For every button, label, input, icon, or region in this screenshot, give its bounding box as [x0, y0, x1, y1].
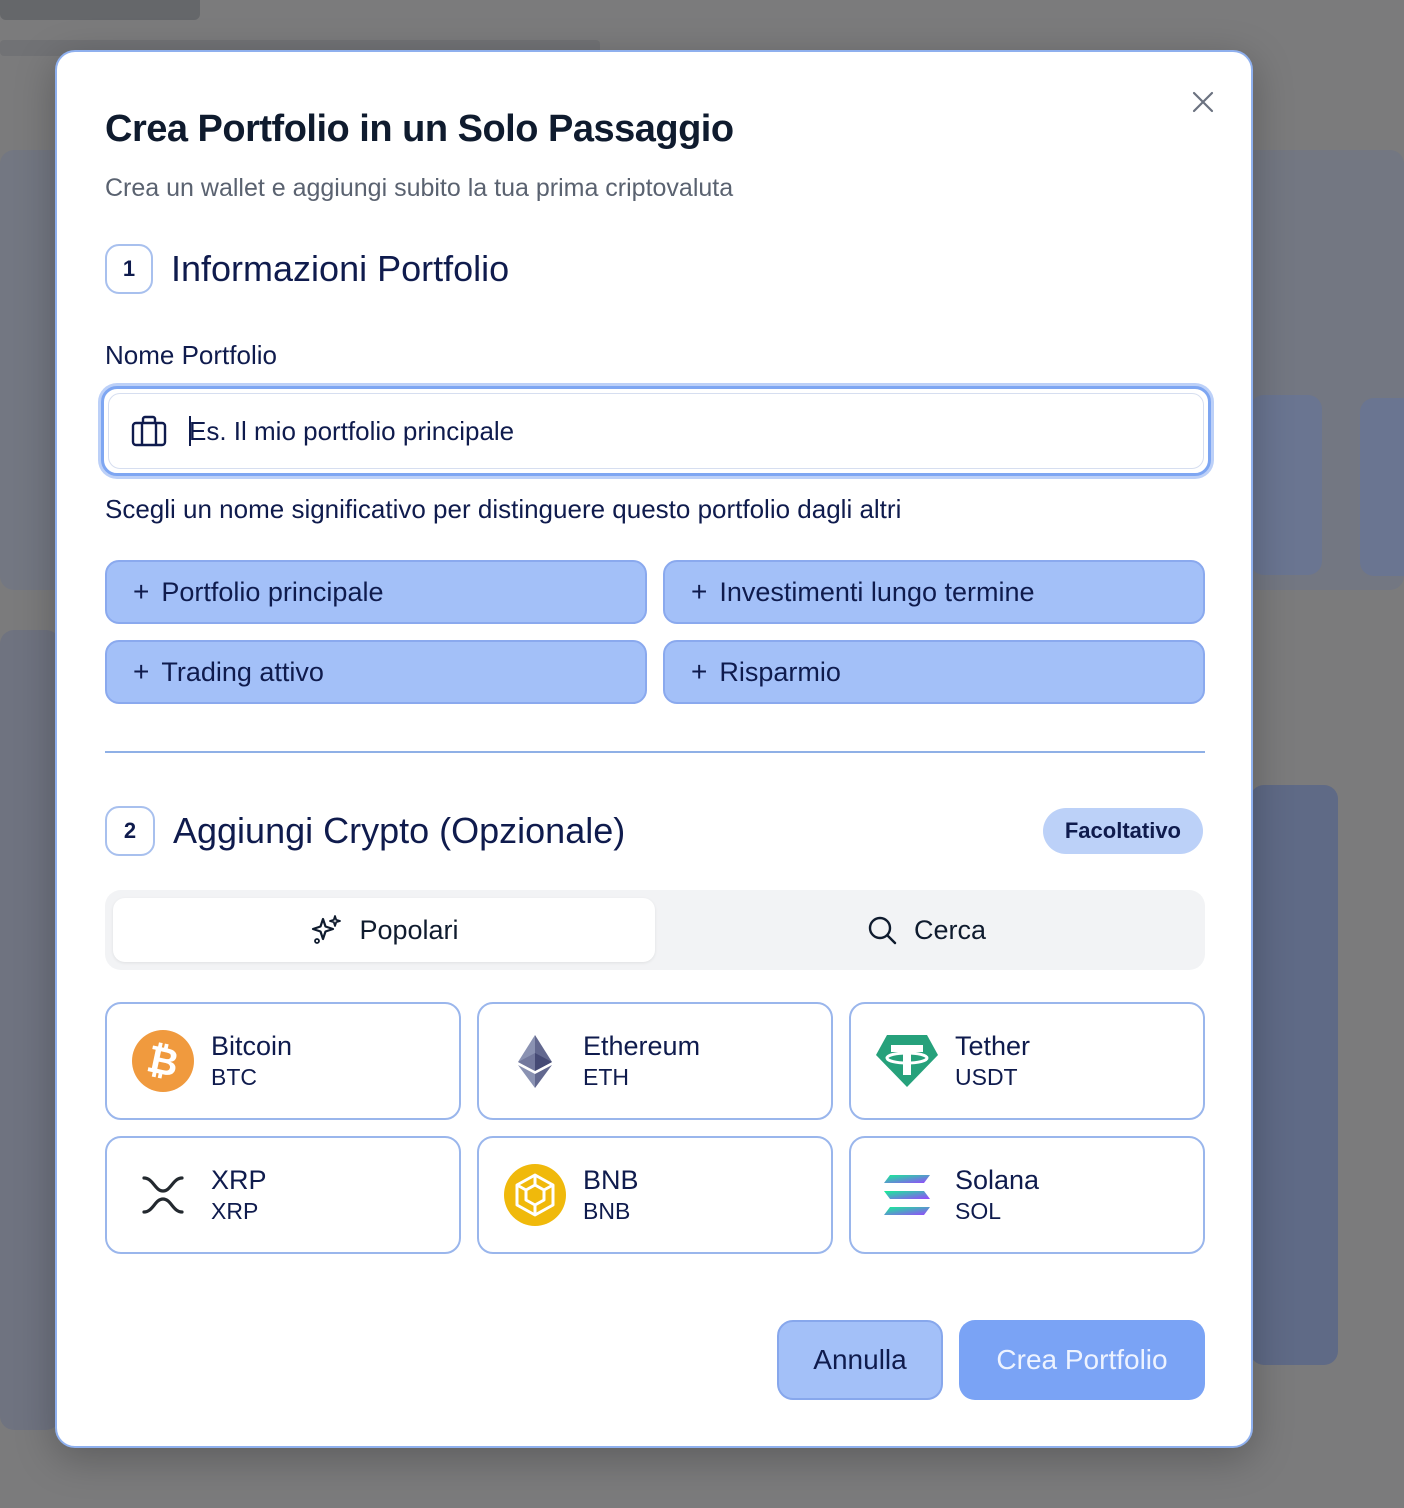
optional-badge: Facoltativo [1042, 808, 1203, 854]
plus-icon: + [691, 576, 708, 607]
background-card [0, 630, 60, 1430]
plus-icon: + [133, 576, 150, 607]
suggestion-chip-investimenti-lungo-termine[interactable]: + Investimenti lungo termine [663, 560, 1205, 624]
name-suggestions: + Portfolio principale + Investimenti lu… [105, 560, 1205, 704]
modal-title: Crea Portfolio in un Solo Passaggio [105, 108, 734, 150]
section-divider [105, 751, 1205, 753]
solana-icon [875, 1163, 939, 1227]
crypto-symbol: SOL [955, 1198, 1002, 1224]
step-1-number: 1 [105, 244, 153, 294]
modal-subtitle: Crea un wallet e aggiungi subito la tua … [105, 174, 734, 202]
crypto-symbol: BTC [211, 1064, 257, 1090]
briefcase-icon [131, 415, 167, 447]
xrp-icon [131, 1163, 195, 1227]
tab-label: Popolari [359, 914, 459, 945]
step-2-title: Aggiungi Crypto (Opzionale) [173, 810, 626, 851]
plus-icon: + [133, 656, 150, 687]
create-portfolio-modal: Crea Portfolio in un Solo Passaggio Crea… [55, 50, 1253, 1448]
crypto-card-solana[interactable]: Solana SOL [849, 1136, 1205, 1254]
crypto-symbol: USDT [955, 1064, 1018, 1090]
crypto-name: Ethereum [583, 1031, 701, 1061]
cancel-button[interactable]: Annulla [777, 1320, 943, 1400]
tab-label: Cerca [913, 914, 987, 945]
crypto-name: Solana [955, 1165, 1040, 1195]
crypto-name: BNB [583, 1165, 639, 1195]
portfolio-name-input[interactable] [189, 415, 1089, 447]
create-portfolio-button[interactable]: Crea Portfolio [959, 1320, 1205, 1400]
tab-popolari[interactable]: Popolari [113, 898, 655, 962]
search-icon [868, 916, 897, 945]
close-icon [1192, 91, 1214, 113]
crypto-card-bnb[interactable]: BNB BNB [477, 1136, 833, 1254]
suggestion-chip-label: Risparmio [719, 656, 841, 687]
background-card [1360, 398, 1404, 576]
crypto-card-tether[interactable]: Tether USDT [849, 1002, 1205, 1120]
crypto-card-xrp[interactable]: XRP XRP [105, 1136, 461, 1254]
background-card [1250, 395, 1322, 575]
crypto-card-ethereum[interactable]: Ethereum ETH [477, 1002, 833, 1120]
bitcoin-icon: ₿ [131, 1029, 195, 1093]
portfolio-name-label: Nome Portfolio [105, 340, 277, 370]
crypto-name: Tether [955, 1031, 1031, 1061]
crypto-symbol: BNB [583, 1198, 631, 1224]
crypto-card-bitcoin[interactable]: ₿ Bitcoin BTC [105, 1002, 461, 1120]
sparkles-icon [312, 915, 342, 944]
suggestion-chip-label: Trading attivo [161, 656, 324, 687]
suggestion-chip-label: Investimenti lungo termine [719, 576, 1035, 607]
background-title [0, 0, 200, 20]
step-1-header: 1 Informazioni Portfolio [105, 244, 509, 294]
tether-icon [875, 1029, 939, 1093]
crypto-symbol: XRP [211, 1198, 259, 1224]
portfolio-name-field[interactable] [101, 386, 1211, 476]
bnb-icon [503, 1163, 567, 1227]
close-button[interactable] [1189, 88, 1217, 116]
suggestion-chip-label: Portfolio principale [161, 576, 384, 607]
crypto-grid: ₿ Bitcoin BTC Ethereum ETH Tether USDT X… [105, 1002, 1205, 1254]
suggestion-chip-portfolio-principale[interactable]: + Portfolio principale [105, 560, 647, 624]
crypto-symbol: ETH [583, 1064, 629, 1090]
portfolio-name-hint: Scegli un nome significativo per disting… [105, 494, 902, 524]
step-1-title: Informazioni Portfolio [171, 248, 510, 289]
ethereum-icon [503, 1029, 567, 1093]
step-2-number: 2 [105, 806, 155, 856]
step-2-header: 2 Aggiungi Crypto (Opzionale) [105, 806, 625, 856]
background-card [1250, 785, 1338, 1365]
crypto-name: XRP [211, 1165, 267, 1195]
tab-cerca[interactable]: Cerca [655, 898, 1197, 962]
crypto-tabs: Popolari Cerca [105, 890, 1205, 970]
suggestion-chip-trading-attivo[interactable]: + Trading attivo [105, 640, 647, 704]
crypto-name: Bitcoin [211, 1031, 293, 1061]
suggestion-chip-risparmio[interactable]: + Risparmio [663, 640, 1205, 704]
plus-icon: + [691, 656, 708, 687]
portfolio-name-field-inner [108, 393, 1204, 469]
